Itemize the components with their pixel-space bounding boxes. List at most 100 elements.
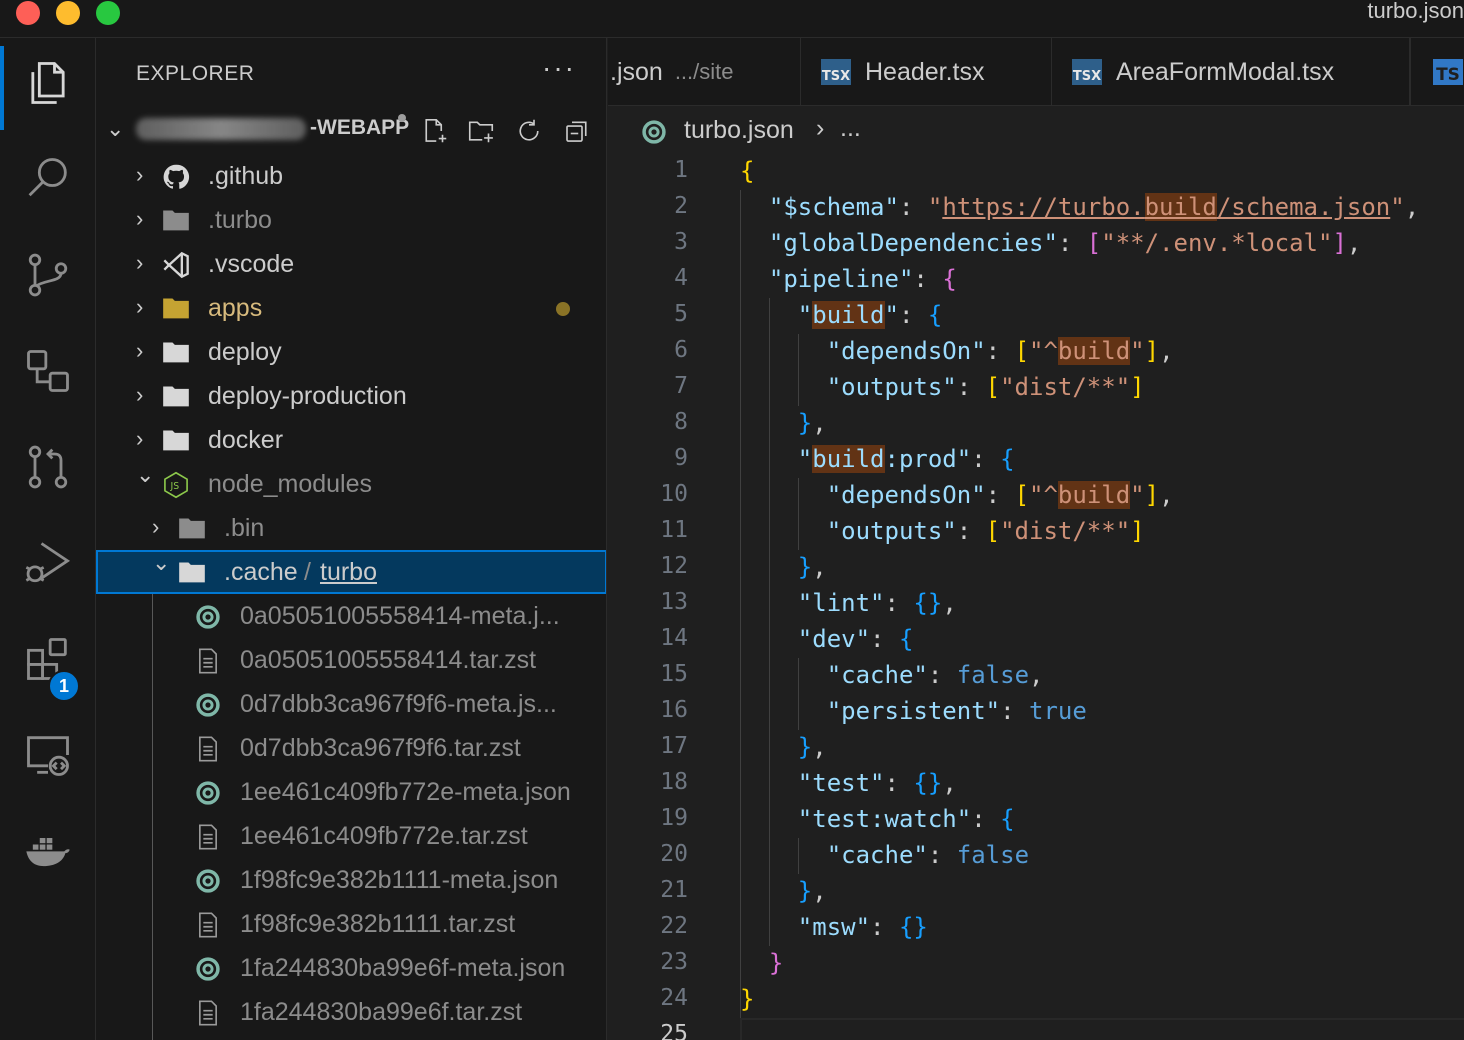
activity-search[interactable] [0, 134, 96, 224]
pull-request-icon [28, 445, 68, 489]
tree-file[interactable]: 0a05051005558414.tar.zst [96, 638, 606, 682]
redacted-workspace-name [136, 118, 306, 140]
github-icon [162, 163, 190, 189]
tree-folder[interactable]: › deploy-production [96, 374, 606, 418]
code-line: 10 "dependsOn": ["^build"], [660, 481, 1174, 509]
tree-file[interactable]: 0a05051005558414-meta.j... [96, 594, 606, 638]
turbo-icon [642, 120, 666, 144]
tree-file[interactable]: 1fa244830ba99e6f.tar.zst [96, 990, 606, 1034]
tab-description: .../site [674, 59, 734, 84]
activity-extensions[interactable]: 1 [0, 614, 96, 704]
explorer-sidebar: EXPLORER ··· ⌄ -WEBAPP › .github › .turbo ›.… [96, 38, 607, 1040]
tree-file[interactable]: 1ee461c409fb772e-meta.json [96, 770, 606, 814]
folder-icon [178, 559, 206, 585]
tree-file[interactable]: 1fa244830ba99e6f-meta.json [96, 946, 606, 990]
code-line: 17 }, [660, 733, 827, 761]
code-line: 2 "$schema": "https://turbo.build/schema… [674, 193, 1420, 221]
svg-text:JS: JS [170, 481, 180, 492]
chevron-right-icon: › [136, 250, 144, 275]
file-text-icon [194, 823, 222, 850]
tab-site-json[interactable]: .json .../site [608, 38, 801, 105]
tree-folder[interactable]: ⌄ .cache / turbo [96, 550, 606, 594]
activity-docker[interactable] [0, 806, 96, 896]
explorer-more-actions[interactable]: ··· [542, 52, 576, 84]
minimize-window-button[interactable] [56, 1, 80, 25]
close-window-button[interactable] [16, 1, 40, 25]
tree-folder[interactable]: › .bin [96, 506, 606, 550]
tree-file[interactable]: 1f98fc9e382b1111.tar.zst [96, 902, 606, 946]
tab-header-tsx[interactable]: TSX Header.tsx [801, 38, 1052, 105]
activity-remote[interactable] [0, 710, 96, 800]
code-line: 20 "cache": false [660, 841, 1030, 869]
tree-folder[interactable]: › .github [96, 154, 606, 198]
tree-item-label: .github [208, 162, 284, 190]
chevron-right-icon: › [136, 206, 144, 231]
tab-areaformmodal-tsx[interactable]: TSX AreaFormModal.tsx [1052, 38, 1410, 105]
chevron-right-icon: › [152, 514, 160, 539]
breadcrumb-file[interactable]: turbo.json [684, 116, 794, 145]
collapse-all-button[interactable] [560, 114, 594, 148]
compact-folder-segment[interactable]: turbo [320, 558, 377, 587]
tab-ts-file[interactable]: TS [1410, 38, 1464, 105]
chevron-down-icon: ⌄ [106, 116, 125, 141]
chevron-right-icon: › [136, 382, 144, 407]
remote-explorer-icon [27, 350, 69, 392]
tree-folder[interactable]: › apps [96, 286, 606, 330]
code-line: 19 "test:watch": { [660, 805, 1015, 833]
code-editor[interactable]: 1{ 2 "$schema": "https://turbo.build/sch… [608, 156, 1464, 1040]
breadcrumb-symbols[interactable]: ... [840, 114, 861, 143]
chevron-right-icon: › [136, 338, 144, 363]
tree-folder[interactable]: › deploy [96, 330, 606, 374]
activity-explorer[interactable] [0, 38, 96, 130]
tree-item-label: 1ee461c409fb772e.tar.zst [240, 822, 528, 850]
file-text-icon [194, 999, 222, 1026]
chevron-down-icon: ⌄ [152, 550, 171, 575]
tree-file[interactable]: 0d7dbb3ca967f9f6-meta.js... [96, 682, 606, 726]
tree-folder[interactable]: › .vscode [96, 242, 606, 286]
tree-file[interactable]: 1f98fc9e382b1111-meta.json [96, 858, 606, 902]
tree-file[interactable]: 0d7dbb3ca967f9f6.tar.zst [96, 726, 606, 770]
explorer-title: EXPLORER [136, 62, 255, 85]
tree-item-label: deploy [208, 338, 282, 366]
tree-folder[interactable]: ⌄ JS node_modules [96, 462, 606, 506]
code-line: 21 }, [660, 877, 827, 905]
code-line: 1{ [674, 157, 755, 185]
code-line: 24} [660, 985, 755, 1013]
tree-file[interactable]: 1ee461c409fb772e.tar.zst [96, 814, 606, 858]
code-line: 13 "lint": {}, [660, 589, 957, 617]
chevron-right-icon: › [136, 426, 144, 451]
folder-icon [162, 383, 190, 409]
title-bar: turbo.json [0, 0, 1464, 38]
activity-pull-requests[interactable] [0, 422, 96, 512]
code-line: 11 "outputs": ["dist/**"] [660, 517, 1145, 545]
code-line: 9 "build:prod": { [674, 445, 1015, 473]
tree-item-label: node_modules [208, 470, 373, 498]
new-file-button[interactable] [418, 114, 452, 148]
tree-item-label: 0a05051005558414-meta.j... [240, 602, 560, 630]
nodejs-icon: JS [162, 471, 190, 499]
tree-item-label: 1ee461c409fb772e-meta.json [240, 778, 571, 806]
refresh-explorer-button[interactable] [512, 114, 546, 148]
remote-window-icon [27, 736, 69, 776]
new-folder-button[interactable] [464, 114, 498, 148]
tsx-file-icon: TSX [1072, 59, 1102, 85]
folder-icon [162, 207, 190, 233]
code-line: 6 "dependsOn": ["^build"], [674, 337, 1174, 365]
zoom-window-button[interactable] [96, 1, 120, 25]
activity-run-debug[interactable] [0, 518, 96, 608]
code-line: 14 "dev": { [660, 625, 914, 653]
tree-folder[interactable]: › .turbo [96, 198, 606, 242]
ts-file-icon: TS [1433, 59, 1463, 85]
editor-tabs: .json .../site TSX Header.tsx TSX AreaFo… [608, 38, 1464, 106]
tree-item-label: apps [208, 294, 263, 322]
turbo-icon [194, 603, 222, 629]
workspace-header[interactable]: ⌄ -WEBAPP [96, 110, 606, 150]
docker-icon [26, 838, 70, 867]
files-icon [31, 62, 65, 104]
tree-item-label: .turbo [208, 206, 272, 234]
tree-folder[interactable]: › docker [96, 418, 606, 462]
activity-remote-explorer[interactable] [0, 326, 96, 416]
activity-source-control[interactable] [0, 230, 96, 320]
new-file-icon [425, 118, 447, 143]
collapse-all-icon [566, 121, 587, 142]
